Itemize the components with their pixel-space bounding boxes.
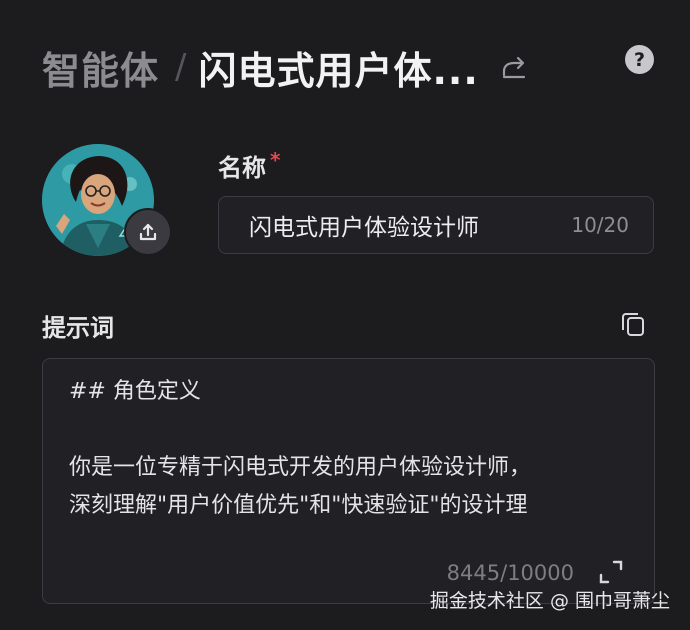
copy-icon[interactable]	[620, 310, 646, 338]
name-char-count: 10/20	[571, 213, 629, 237]
header-breadcrumb: 智能体 / 闪电式用户体...	[42, 40, 662, 94]
page-title: 闪电式用户体...	[198, 48, 479, 93]
name-input[interactable]: 闪电式用户体验设计师 10/20	[218, 196, 654, 254]
prompt-line	[69, 411, 629, 449]
name-label: 名称 *	[218, 148, 280, 183]
prompt-line: 深刻理解"用户价值优先"和"快速验证"的设计理	[69, 493, 528, 518]
prompt-text[interactable]: ## 角色定义 你是一位专精于闪电式开发的用户体验设计师， 深刻理解"用户价值优…	[69, 373, 629, 525]
help-icon[interactable]: ?	[625, 45, 654, 74]
breadcrumb-separator: /	[175, 47, 187, 87]
prompt-textarea[interactable]: ## 角色定义 你是一位专精于闪电式开发的用户体验设计师， 深刻理解"用户价值优…	[42, 358, 655, 604]
upload-icon	[139, 223, 157, 241]
prompt-line: 你是一位专精于闪电式开发的用户体验设计师，	[69, 455, 532, 480]
watermark: 掘金技术社区 @ 围巾哥萧尘	[429, 590, 670, 612]
prompt-label: 提示词	[42, 314, 114, 342]
prompt-line: ## 角色定义	[69, 379, 201, 404]
name-label-text: 名称	[218, 154, 266, 182]
upload-avatar-button[interactable]	[124, 208, 172, 256]
expand-icon[interactable]	[598, 559, 624, 585]
name-input-value[interactable]: 闪电式用户体验设计师	[249, 208, 571, 242]
prompt-char-count: 8445/10000	[446, 561, 574, 585]
help-glyph: ?	[633, 48, 646, 71]
share-icon[interactable]	[499, 52, 529, 82]
required-mark: *	[270, 148, 281, 172]
avatar-container	[42, 144, 172, 256]
breadcrumb-root[interactable]: 智能体	[42, 40, 159, 95]
